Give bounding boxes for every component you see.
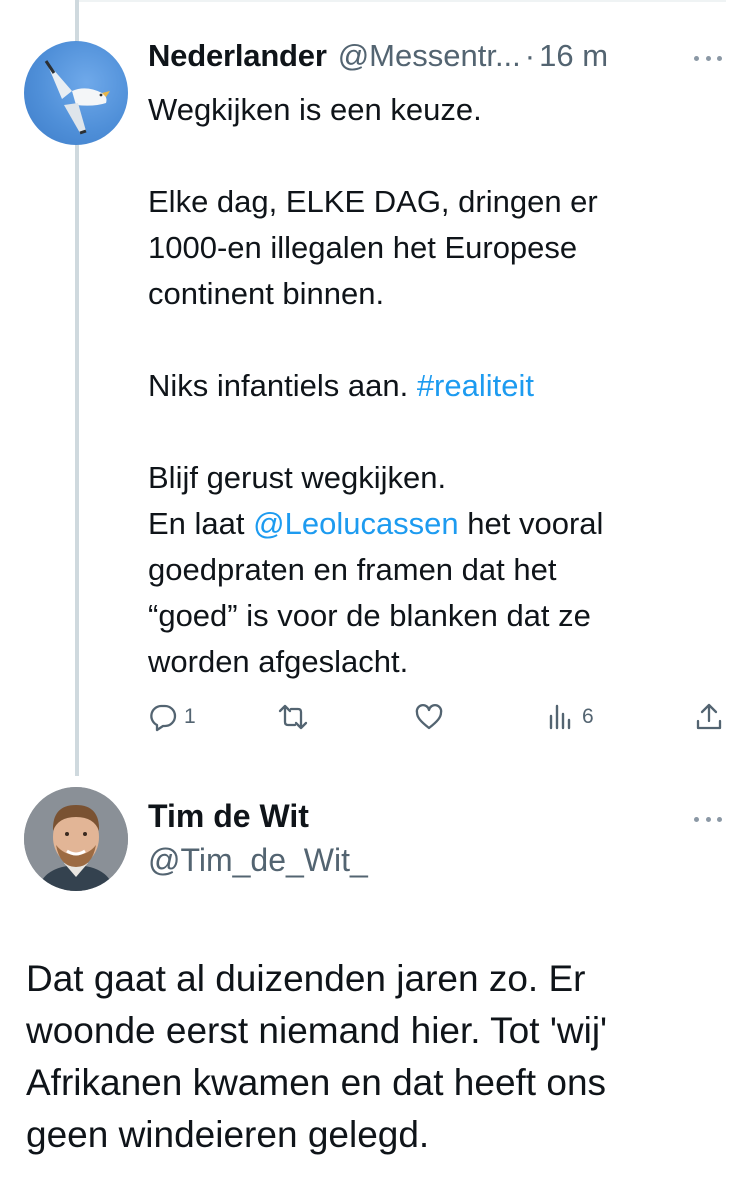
repost-icon (278, 704, 308, 730)
avatar[interactable] (24, 787, 128, 891)
tweet-line: En laat @Leolucassen het vooral (148, 501, 718, 547)
tweet-line-text: En laat (148, 506, 254, 541)
tweet-line: continent binnen. (148, 276, 385, 311)
tweet-line: worden afgeslacht. (148, 644, 409, 679)
author-name[interactable]: Nederlander (148, 38, 327, 74)
hashtag-link[interactable]: #realiteit (417, 368, 534, 403)
views-count: 6 (582, 705, 594, 728)
mention-link[interactable]: @Leolucassen (253, 506, 459, 541)
tweet-line: Afrikanen kwamen en dat heeft ons (26, 1062, 607, 1103)
tweet-line: 1000-en illegalen het Europese (148, 230, 578, 265)
author-handle[interactable]: @Tim_de_Wit_ (148, 842, 368, 879)
tweet-line: Dat gaat al duizenden jaren zo. Er (26, 958, 586, 999)
avatar[interactable] (24, 41, 128, 145)
tweet-line: geen windeieren gelegd. (26, 1114, 430, 1155)
share-button[interactable] (694, 697, 724, 737)
profile-photo-icon (24, 787, 128, 891)
like-button[interactable] (414, 697, 450, 737)
tweet-timestamp[interactable]: 16 m (539, 38, 608, 74)
tweet-line: “goed” is voor de blanken dat ze (148, 598, 591, 633)
author-handle[interactable]: @Messentr... (338, 38, 521, 74)
seagull-icon (44, 60, 110, 135)
more-horizontal-icon[interactable] (694, 814, 722, 824)
tweet-line: Wegkijken is een keuze. (148, 92, 482, 127)
reply-icon (150, 704, 177, 732)
author-name[interactable]: Tim de Wit (148, 798, 309, 835)
tweet-line-text: Niks infantiels aan. (148, 368, 417, 403)
tweet-line-text: het vooral (458, 506, 604, 541)
reply-count: 1 (184, 705, 196, 728)
tweet-line: Elke dag, ELKE DAG, dringen er (148, 184, 598, 219)
tweet-line: Niks infantiels aan. #realiteit (148, 363, 718, 409)
heart-icon (415, 704, 443, 730)
repost-button[interactable] (278, 697, 314, 737)
reply-button[interactable]: 1 (148, 697, 196, 737)
tweet-text: Wegkijken is een keuze. Elke dag, ELKE D… (148, 87, 718, 685)
views-button[interactable]: 6 (546, 697, 594, 737)
tweet-line: Blijf gerust wegkijken. (148, 460, 447, 495)
tweet-line: woonde eerst niemand hier. Tot 'wij' (26, 1010, 608, 1051)
views-icon (549, 704, 571, 730)
tweet-line: goedpraten en framen dat het (148, 552, 557, 587)
more-horizontal-icon[interactable] (694, 53, 722, 63)
tweet-actions: 1 6 (148, 697, 728, 737)
header-separator: · (524, 38, 536, 73)
thread-tweet[interactable]: Nederlander @Messentr... · 16 m Wegkijke… (0, 0, 750, 780)
share-icon (696, 703, 722, 730)
reply-tweet-text: Dat gaat al duizenden jaren zo. Er woond… (26, 953, 726, 1161)
tweet-header: Nederlander @Messentr... · 16 m (148, 38, 608, 78)
